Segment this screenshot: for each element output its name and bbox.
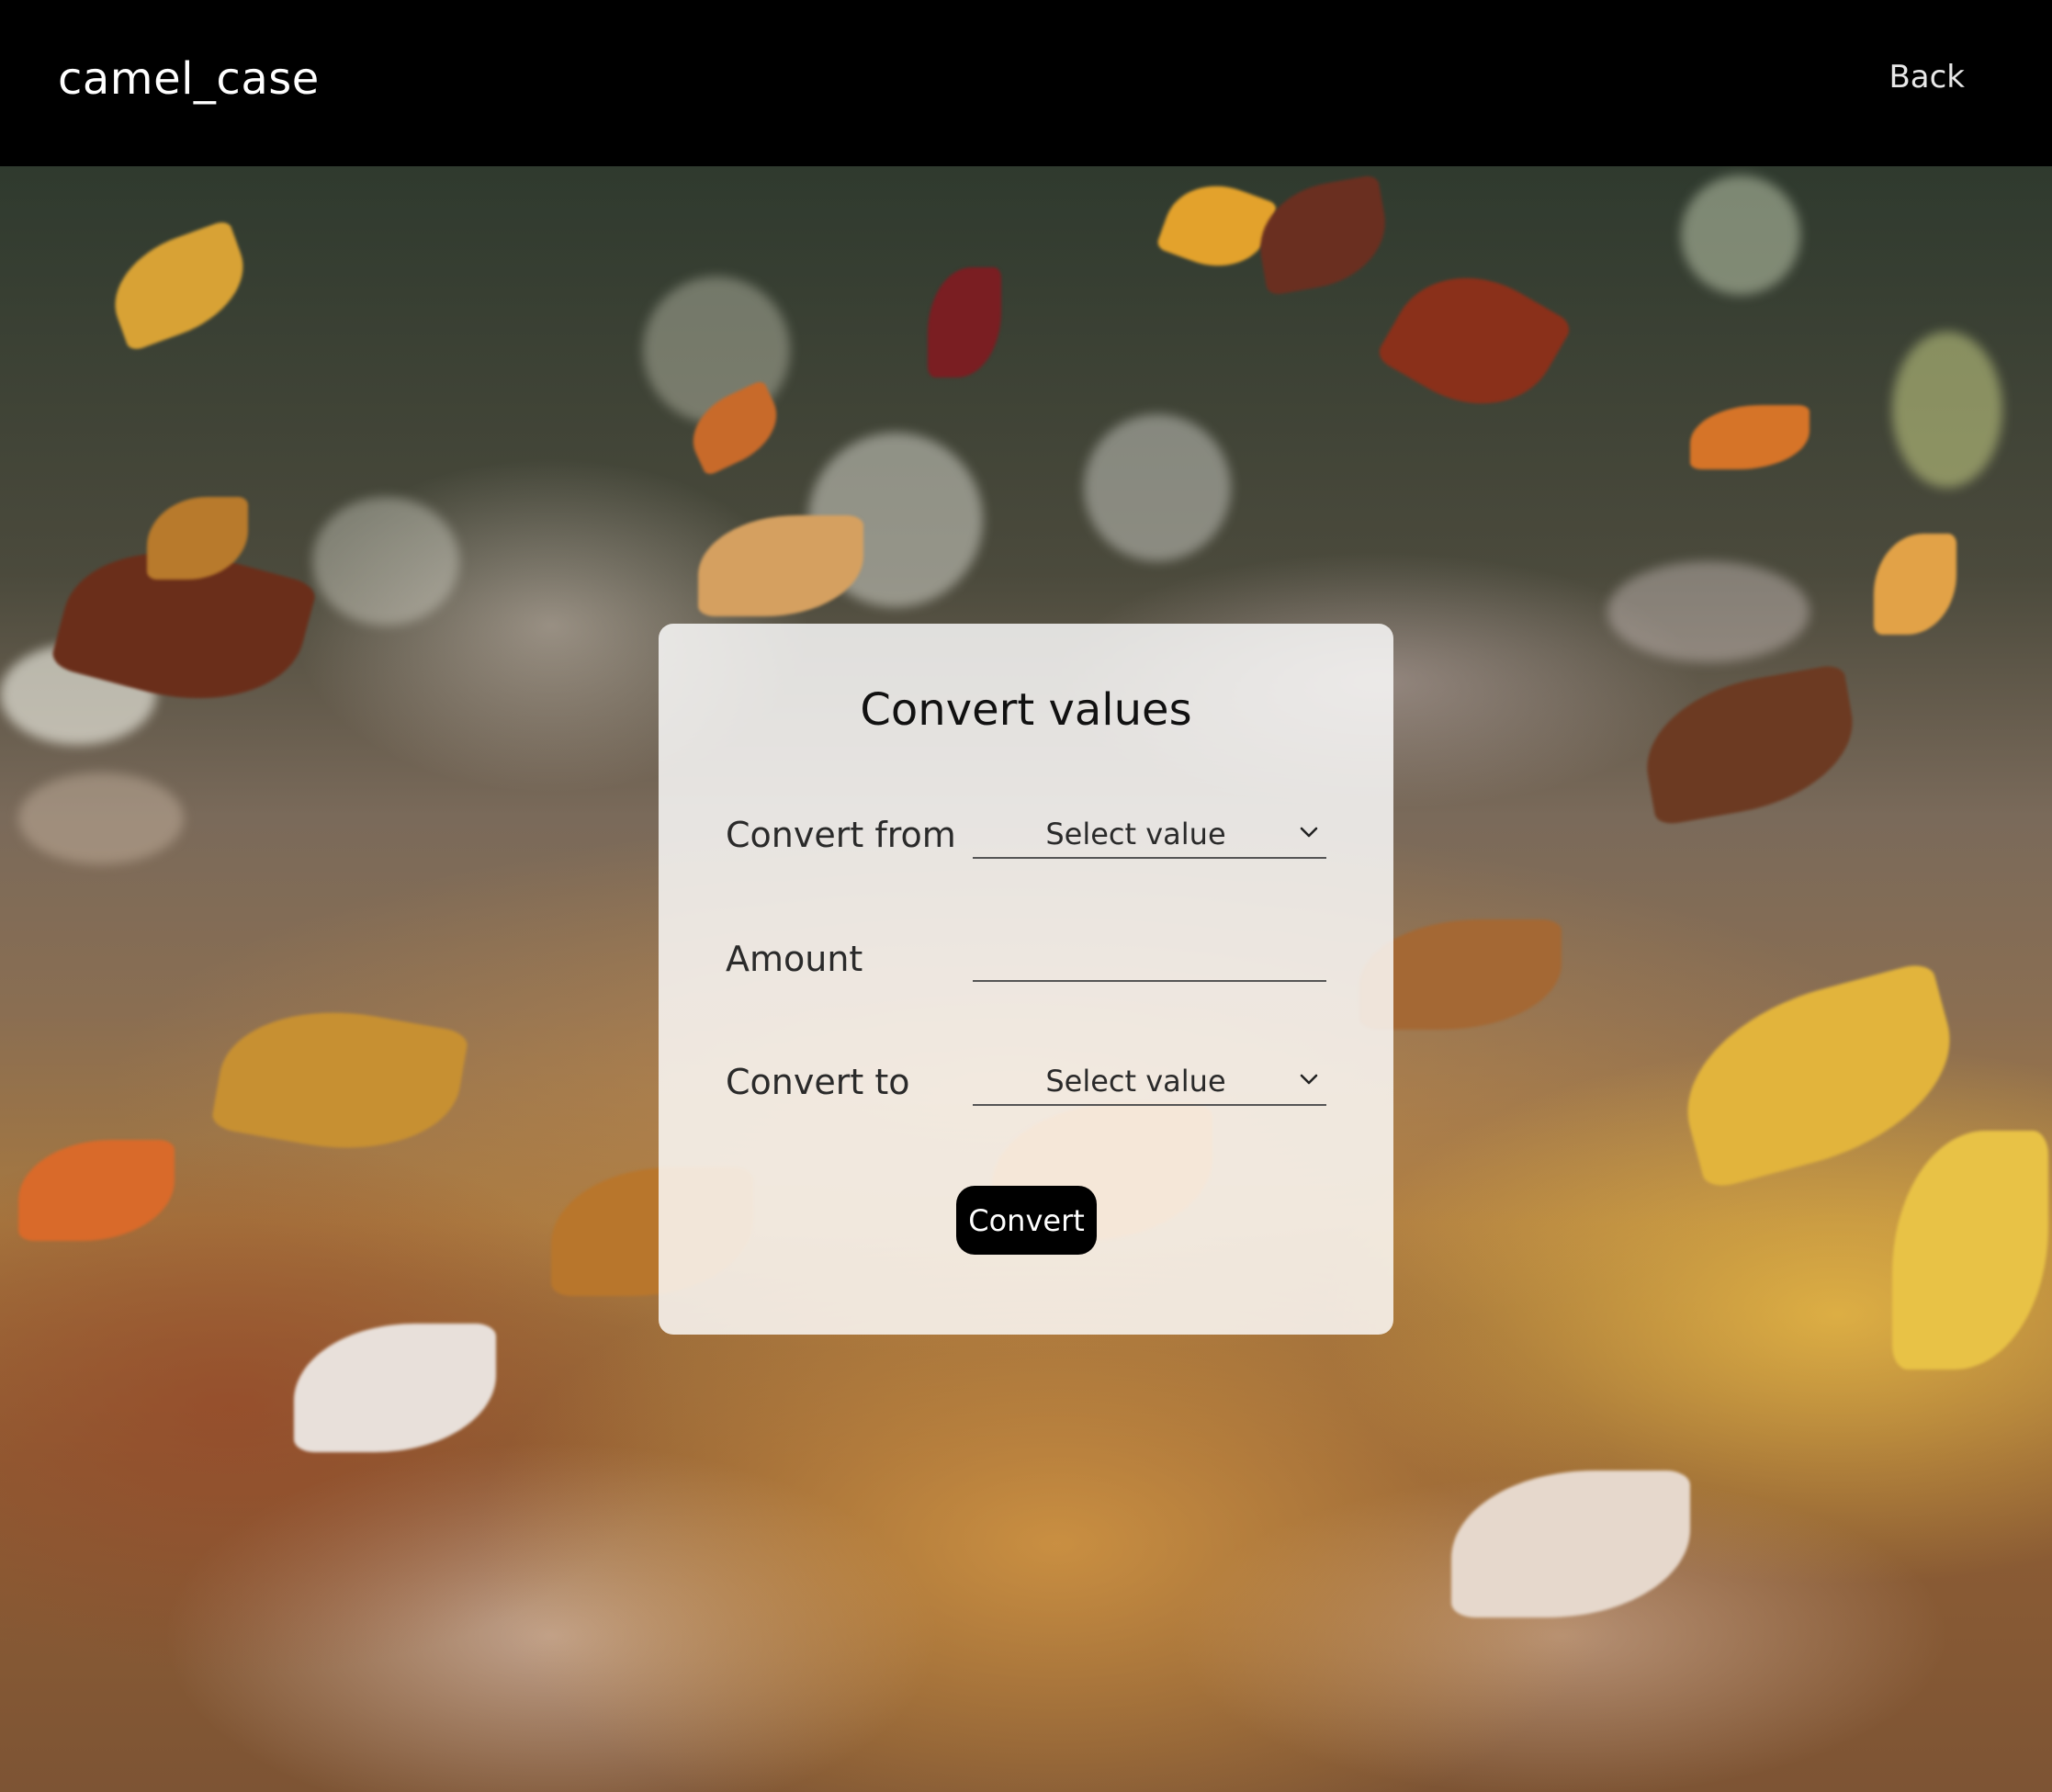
convert-to-selected-value: Select value [1045,1064,1226,1099]
amount-label: Amount [726,939,863,979]
convert-from-label: Convert from [726,815,956,855]
convert-to-label: Convert to [726,1062,910,1102]
chevron-down-icon [1300,827,1318,838]
brand-logo-text[interactable]: camel_case [58,53,320,105]
back-link[interactable]: Back [1889,59,1965,96]
convert-button[interactable]: Convert [956,1186,1097,1255]
amount-input[interactable] [973,930,1330,982]
amount-field[interactable] [973,930,1330,982]
convert-card: Convert values Convert from Select value… [659,624,1393,1335]
convert-to-select[interactable]: Select value [973,1054,1326,1106]
convert-from-select[interactable]: Select value [973,807,1326,859]
card-title: Convert values [860,684,1192,736]
top-nav-bar: camel_case Back [0,0,2052,166]
convert-from-selected-value: Select value [1045,817,1226,851]
chevron-down-icon [1300,1074,1318,1085]
